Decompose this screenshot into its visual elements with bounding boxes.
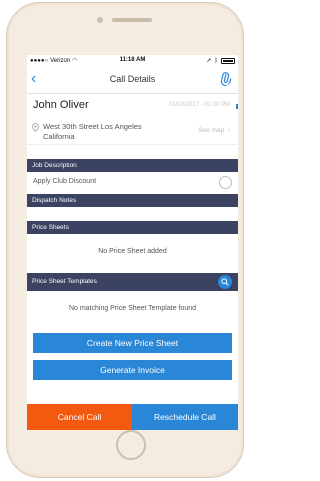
appointment-datetime: 01/03/2017 - 01:00 PM xyxy=(168,102,230,108)
job-description-header[interactable]: Job Description xyxy=(27,159,238,172)
see-map-label: See map xyxy=(198,127,225,134)
see-map-link[interactable]: See map › xyxy=(198,127,230,134)
generate-invoice-button[interactable]: Generate Invoice xyxy=(33,360,232,380)
paperclip-icon[interactable] xyxy=(216,69,235,91)
template-search-button[interactable] xyxy=(218,275,232,289)
app-screen: ●●●●○ Verizon ◠ 11:18 AM ➚ ᛒ ‹ Call Deta… xyxy=(27,55,238,430)
page-title: Call Details xyxy=(109,74,156,84)
address-line1: West 30th Street Los Angeles xyxy=(43,122,142,131)
dispatch-notes-header[interactable]: Dispatch Notes xyxy=(27,194,238,207)
battery-icon xyxy=(221,57,235,64)
price-sheet-templates-label: Price Sheet Templates xyxy=(32,278,97,285)
price-sheets-empty: No Price Sheet added xyxy=(27,235,238,271)
create-price-sheet-button[interactable]: Create New Price Sheet xyxy=(33,333,232,353)
search-icon xyxy=(221,278,229,286)
address-line2: California xyxy=(43,132,75,141)
customer-name: John Oliver xyxy=(33,99,89,111)
price-sheets-label: Price Sheets xyxy=(32,224,69,231)
apply-club-discount-label: Apply Club Discount xyxy=(33,178,97,185)
bottom-action-bar: Cancel Call Reschedule Call xyxy=(27,404,238,430)
location-icon: ➚ xyxy=(206,58,212,64)
apply-club-discount-row: Apply Club Discount xyxy=(27,173,238,192)
earpiece-speaker xyxy=(112,18,152,22)
cancel-call-button[interactable]: Cancel Call xyxy=(27,404,132,430)
job-description-label: Job Description xyxy=(32,162,77,169)
status-bar: ●●●●○ Verizon ◠ 11:18 AM ➚ ᛒ xyxy=(27,55,238,66)
status-right: ➚ ᛒ xyxy=(206,57,235,64)
price-sheets-header: Price Sheets xyxy=(27,221,238,234)
navigation-bar: ‹ Call Details xyxy=(27,67,238,94)
location-pin-icon xyxy=(32,123,39,134)
home-button[interactable] xyxy=(116,430,146,460)
reschedule-call-button[interactable]: Reschedule Call xyxy=(132,404,238,430)
indicator-bar xyxy=(236,104,238,109)
front-camera xyxy=(97,17,103,23)
price-sheet-templates-header: Price Sheet Templates xyxy=(27,273,238,291)
bluetooth-icon: ᛒ xyxy=(214,57,218,64)
phone-frame: ●●●●○ Verizon ◠ 11:18 AM ➚ ᛒ ‹ Call Deta… xyxy=(6,2,244,478)
no-template-text: No matching Price Sheet Template found xyxy=(68,305,197,312)
customer-header: John Oliver 01/03/2017 - 01:00 PM xyxy=(27,94,238,116)
address-row[interactable]: West 30th Street Los Angeles California … xyxy=(27,118,238,145)
no-price-sheet-text: No Price Sheet added xyxy=(98,248,167,255)
dispatch-notes-label: Dispatch Notes xyxy=(32,197,77,204)
chevron-right-icon: › xyxy=(226,127,230,134)
apply-club-discount-toggle[interactable] xyxy=(219,176,232,189)
address-text: West 30th Street Los Angeles California xyxy=(43,122,163,142)
price-sheet-templates-empty: No matching Price Sheet Template found xyxy=(27,292,238,324)
